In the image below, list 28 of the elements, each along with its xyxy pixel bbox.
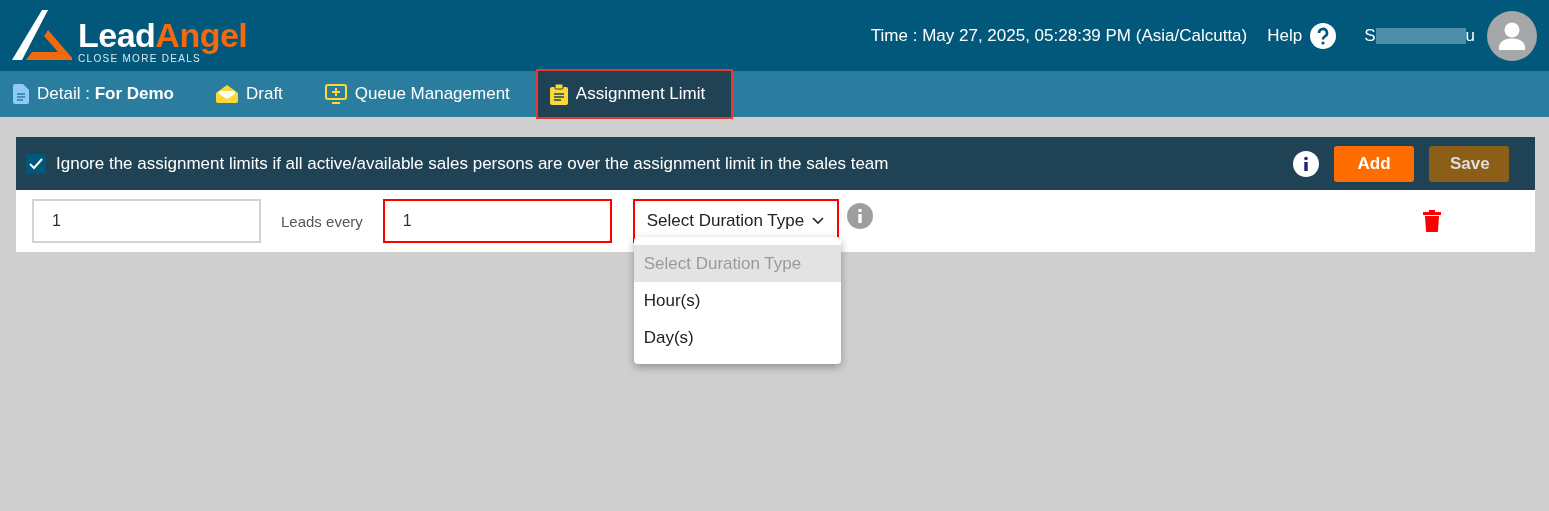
field-label: Leads every — [281, 212, 363, 230]
help-icon[interactable] — [1310, 22, 1337, 49]
delete-icon[interactable] — [1422, 210, 1441, 232]
clipboard-icon — [549, 83, 568, 105]
checkbox[interactable] — [26, 153, 46, 174]
time-text: Time : May 27, 2025, 05:28:39 PM (Asia/Calcutta) — [870, 25, 1248, 46]
dropdown-option[interactable]: Hour(s) — [633, 282, 841, 319]
avatar-icon[interactable] — [1487, 10, 1537, 61]
tab[interactable]: Queue Management — [324, 75, 524, 113]
user-name[interactable]: u — [1465, 25, 1475, 46]
dropdown-option[interactable]: Day(s) — [633, 319, 841, 356]
logo-tagline: CLOSE MORE DEALS — [78, 52, 202, 64]
input-field[interactable]: 1 — [32, 199, 261, 243]
input-field[interactable]: 1 — [382, 199, 612, 243]
logo-word: Lead — [78, 15, 156, 54]
document-icon — [13, 84, 29, 104]
tab[interactable]: Detail : For Demo — [13, 75, 188, 113]
tab[interactable]: Draft — [216, 75, 297, 113]
option-label: Ignore the assignment limits if all active/available sales persons are over the assignment limit in the sales team — [56, 153, 890, 174]
help-link[interactable]: Help — [1267, 25, 1303, 46]
tab[interactable]: Assignment Limit — [535, 69, 734, 119]
monitor-plus-icon — [324, 84, 347, 104]
user-name[interactable]: S — [1364, 25, 1376, 46]
info-icon[interactable] — [1293, 150, 1319, 177]
envelope-icon — [216, 85, 238, 103]
logo-word: Angel — [155, 15, 248, 54]
save-button[interactable]: Save — [1429, 145, 1509, 182]
chevron-down-icon — [812, 217, 825, 225]
